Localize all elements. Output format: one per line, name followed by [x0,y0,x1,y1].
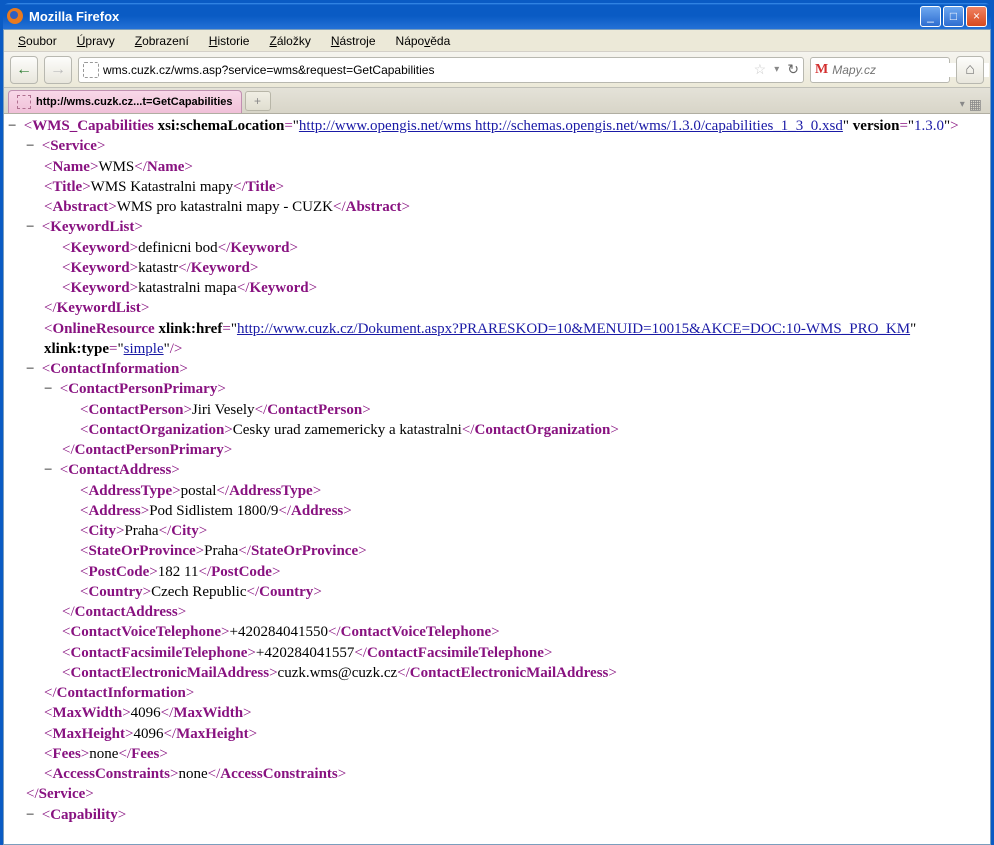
menu-file[interactable]: Soubor [10,32,65,50]
back-button[interactable]: ← [10,56,38,84]
menu-edit[interactable]: Úpravy [69,32,123,50]
close-button[interactable]: × [966,6,987,27]
tab-bar: http://wms.cuzk.cz...t=GetCapabilities +… [4,88,990,114]
window-title: Mozilla Firefox [29,9,920,24]
menu-view[interactable]: Zobrazení [127,32,197,50]
tab-label: http://wms.cuzk.cz...t=GetCapabilities [36,96,233,108]
menu-tools[interactable]: Nástroje [323,32,384,50]
menu-history[interactable]: Historie [201,32,258,50]
search-engine-icon[interactable]: M [815,62,828,78]
forward-button[interactable]: → [44,56,72,84]
tab-favicon [17,95,31,109]
reload-icon[interactable]: ↻ [787,61,799,78]
xml-tree: − <WMS_Capabilities xsi:schemaLocation="… [8,116,986,825]
search-bar[interactable]: M 🔍 [810,57,950,83]
firefox-icon [7,8,23,24]
menubar: Soubor Úpravy Zobrazení Historie Záložky… [4,30,990,52]
maximize-button[interactable]: □ [943,6,964,27]
site-identity-icon[interactable] [83,62,99,78]
menu-help[interactable]: Nápověda [388,32,459,50]
tab-groups-icon[interactable]: ▦ [969,96,982,113]
url-bar[interactable]: ☆ ▾ ↻ [78,57,804,83]
titlebar[interactable]: Mozilla Firefox _ □ × [3,3,991,29]
url-input[interactable] [103,63,750,77]
minimize-button[interactable]: _ [920,6,941,27]
tab-active[interactable]: http://wms.cuzk.cz...t=GetCapabilities [8,90,242,113]
bookmark-star-icon[interactable]: ☆ [754,61,767,78]
tabs-dropdown-icon[interactable]: ▾ [960,99,965,110]
url-dropdown-icon[interactable]: ▾ [770,64,783,75]
menu-bookmarks[interactable]: Záložky [261,32,318,50]
browser-chrome: Soubor Úpravy Zobrazení Historie Záložky… [3,29,991,845]
navigation-toolbar: ← → ☆ ▾ ↻ M 🔍 ⌂ [4,52,990,88]
window-controls: _ □ × [920,6,987,27]
content-area[interactable]: − <WMS_Capabilities xsi:schemaLocation="… [4,114,990,844]
home-button[interactable]: ⌂ [956,56,984,84]
new-tab-button[interactable]: + [245,91,271,111]
window-frame: Mozilla Firefox _ □ × Soubor Úpravy Zobr… [0,0,994,822]
